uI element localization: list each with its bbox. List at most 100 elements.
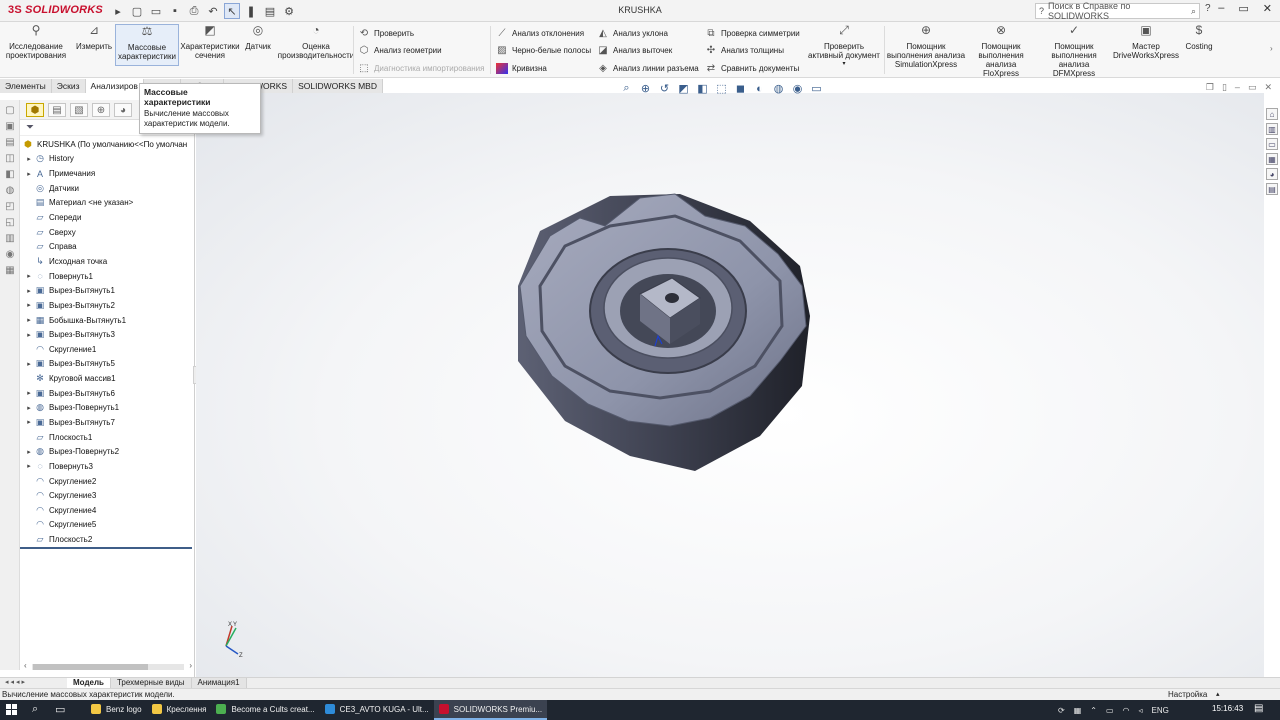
tray-network-icon[interactable]: ▦ <box>1074 706 1082 715</box>
performance-evaluation-button[interactable]: ◔ Оценка производительности <box>277 24 355 60</box>
driveworksxpress-button[interactable]: ▣ Мастер DriveWorksXpress <box>1112 24 1180 60</box>
costing-button[interactable]: $ Costing <box>1180 24 1218 51</box>
display-manager-tab-icon[interactable]: ◕ <box>114 103 132 117</box>
tree-node[interactable]: ▸ ▣ Вырез-Вытянуть2 <box>20 298 194 313</box>
notifications-icon[interactable]: ▤ <box>1254 703 1263 714</box>
customize-menu[interactable]: Настройка <box>1168 689 1207 700</box>
tree-node[interactable]: ▸ ◍ Вырез-Повернуть2 <box>20 444 194 459</box>
tree-node[interactable]: ◎ Датчики <box>20 181 194 196</box>
draft-analysis-button[interactable]: ◭ Анализ уклона <box>597 28 668 39</box>
tree-node[interactable]: ▸ ◌ Повернуть1 <box>20 269 194 284</box>
tray-volume-icon[interactable]: ◃ <box>1139 706 1143 715</box>
krushka-3d-model[interactable] <box>510 186 820 486</box>
solidworks-resources-icon[interactable]: ⌂ <box>1266 108 1278 120</box>
ribbon-more-arrow-icon[interactable]: › <box>1270 44 1273 53</box>
tab-3d-views[interactable]: Трехмерные виды <box>110 678 192 688</box>
feature-tree-hscrollbar[interactable]: ‹ › <box>24 661 192 672</box>
customize-arrow-icon[interactable]: ▴ <box>1216 689 1220 700</box>
strip-color-icon[interactable]: ◉ <box>3 248 17 260</box>
floxpress-button[interactable]: ⊗ Помощник выполнения анализа FloXpress <box>968 24 1034 78</box>
viewport-restore-icon[interactable]: ❐ <box>1206 82 1214 93</box>
tree-node[interactable]: ▸ ▣ Вырез-Вытянуть1 <box>20 283 194 298</box>
design-study-button[interactable]: ⚲ Исследование проектирования <box>4 24 68 60</box>
deviation-analysis-button[interactable]: ⟋ Анализ отклонения <box>496 28 585 39</box>
strip-extra-icon[interactable]: ▦ <box>3 264 17 276</box>
tree-node[interactable]: ↳ Исходная точка <box>20 254 194 269</box>
zoom-area-icon[interactable]: ⊕ <box>639 82 652 95</box>
tree-node[interactable]: ▱ Сверху <box>20 225 194 240</box>
tab-evaluate[interactable]: Анализиров <box>85 79 144 93</box>
view-settings-icon[interactable]: ▭ <box>810 82 823 95</box>
apply-scene-icon[interactable]: ◉ <box>791 82 804 95</box>
tree-node[interactable]: ▸ ▣ Вырез-Вытянуть5 <box>20 357 194 372</box>
property-manager-tab-icon[interactable]: ▤ <box>48 103 66 117</box>
strip-appearance-icon[interactable]: ◍ <box>3 184 17 196</box>
tray-wifi-icon[interactable]: ◠ <box>1123 706 1130 715</box>
tray-sync-icon[interactable]: ⟳ <box>1058 706 1065 715</box>
expand-arrow-icon[interactable]: ▸ <box>24 418 34 426</box>
simulationxpress-button[interactable]: ⊕ Помощник выполнения анализа Simulation… <box>886 24 966 69</box>
tree-node[interactable]: ◠ Скругление2 <box>20 474 194 489</box>
dropdown-arrow-icon[interactable]: ▾ <box>806 60 882 69</box>
display-style-icon[interactable]: ◼ <box>734 82 747 95</box>
strip-layer-icon[interactable]: ◧ <box>3 168 17 180</box>
strip-view-icon[interactable]: ◫ <box>3 152 17 164</box>
tab-solidworks-mbd[interactable]: SOLIDWORKS MBD <box>293 79 383 93</box>
expand-arrow-icon[interactable]: ▸ <box>24 170 34 178</box>
previous-view-icon[interactable]: ↺ <box>658 82 671 95</box>
help-search-box[interactable]: ? Поиск в Справке по SOLIDWORKS ⌕ <box>1035 1 1200 21</box>
taskbar-app[interactable]: Креслення <box>147 700 212 720</box>
hide-show-icon[interactable]: ◐ <box>753 82 766 95</box>
expand-arrow-icon[interactable]: ▸ <box>24 301 34 309</box>
dimxpert-tab-icon[interactable]: ⊕ <box>92 103 110 117</box>
check-button[interactable]: ⟲ Проверить <box>358 28 414 39</box>
viewport-close-icon[interactable]: ✕ <box>1264 82 1272 93</box>
expand-arrow-icon[interactable]: ▸ <box>24 155 34 163</box>
tree-node[interactable]: ▸ ▣ Вырез-Вытянуть6 <box>20 386 194 401</box>
taskbar-app[interactable]: CE3_AVTO KUGA - Ult... <box>320 700 434 720</box>
search-icon[interactable]: ⌕ <box>1191 6 1196 17</box>
tab-scroll-arrows-icon[interactable]: ◂◂◂▸ <box>5 678 27 686</box>
symmetry-check-button[interactable]: ⧉ Проверка симметрии <box>705 28 799 39</box>
view-palette-icon[interactable]: ▦ <box>1266 153 1278 165</box>
measure-button[interactable]: ⊿ Измерить <box>72 24 116 51</box>
section-view-icon[interactable]: ◩ <box>677 82 690 95</box>
strip-copy-icon[interactable]: ▣ <box>3 120 17 132</box>
tab-sketch[interactable]: Эскиз <box>51 79 86 93</box>
input-language[interactable]: ENG <box>1152 706 1169 715</box>
strip-decal-icon[interactable]: ◱ <box>3 216 17 228</box>
tree-node[interactable]: ▸ A Примечания <box>20 166 194 181</box>
expand-arrow-icon[interactable]: ▸ <box>24 448 34 456</box>
strip-display-icon[interactable]: ▥ <box>3 232 17 244</box>
geometry-analysis-button[interactable]: ⬡ Анализ геометрии <box>358 45 442 56</box>
strip-paste-icon[interactable]: ▤ <box>3 136 17 148</box>
expand-arrow-icon[interactable]: ▸ <box>24 272 34 280</box>
tree-node[interactable]: ▱ Спереди <box>20 210 194 225</box>
section-properties-button[interactable]: ◩ Характеристики сечения <box>180 24 240 60</box>
expand-arrow-icon[interactable]: ▸ <box>24 404 34 412</box>
close-icon[interactable]: ✕ <box>1263 2 1272 15</box>
expand-arrow-icon[interactable]: ▸ <box>24 360 34 368</box>
tree-node[interactable]: ✻ Круговой массив1 <box>20 371 194 386</box>
sensor-button[interactable]: ◎ Датчик <box>242 24 274 51</box>
tab-model[interactable]: Модель <box>67 678 111 688</box>
tree-node[interactable]: ▱ Справа <box>20 239 194 254</box>
expand-arrow-icon[interactable]: ▸ <box>24 389 34 397</box>
windows-start-icon[interactable] <box>6 704 17 715</box>
tree-node[interactable]: ◠ Скругление4 <box>20 503 194 518</box>
viewport-maximize-icon[interactable]: ▭ <box>1248 82 1257 93</box>
expand-arrow-icon[interactable]: ▸ <box>24 316 34 324</box>
configuration-manager-tab-icon[interactable]: ▧ <box>70 103 88 117</box>
expand-arrow-icon[interactable]: ▸ <box>24 331 34 339</box>
tree-node[interactable]: ▸ ▣ Вырез-Вытянуть7 <box>20 415 194 430</box>
tray-battery-icon[interactable]: ▭ <box>1106 706 1114 715</box>
mass-properties-button[interactable]: ⚖ Массовые характеристики <box>115 24 179 66</box>
appearances-icon[interactable]: ◕ <box>1266 168 1278 180</box>
file-explorer-icon[interactable]: ▭ <box>1266 138 1278 150</box>
tree-node[interactable]: ▱ Плоскость1 <box>20 430 194 445</box>
tree-node[interactable]: ▱ Плоскость2 <box>20 532 194 547</box>
tree-node[interactable]: ◠ Скругление5 <box>20 518 194 533</box>
edit-appearance-icon[interactable]: ◍ <box>772 82 785 95</box>
tab-animation[interactable]: Анимация1 <box>191 678 247 688</box>
maximize-icon[interactable]: ▭ <box>1238 2 1248 15</box>
